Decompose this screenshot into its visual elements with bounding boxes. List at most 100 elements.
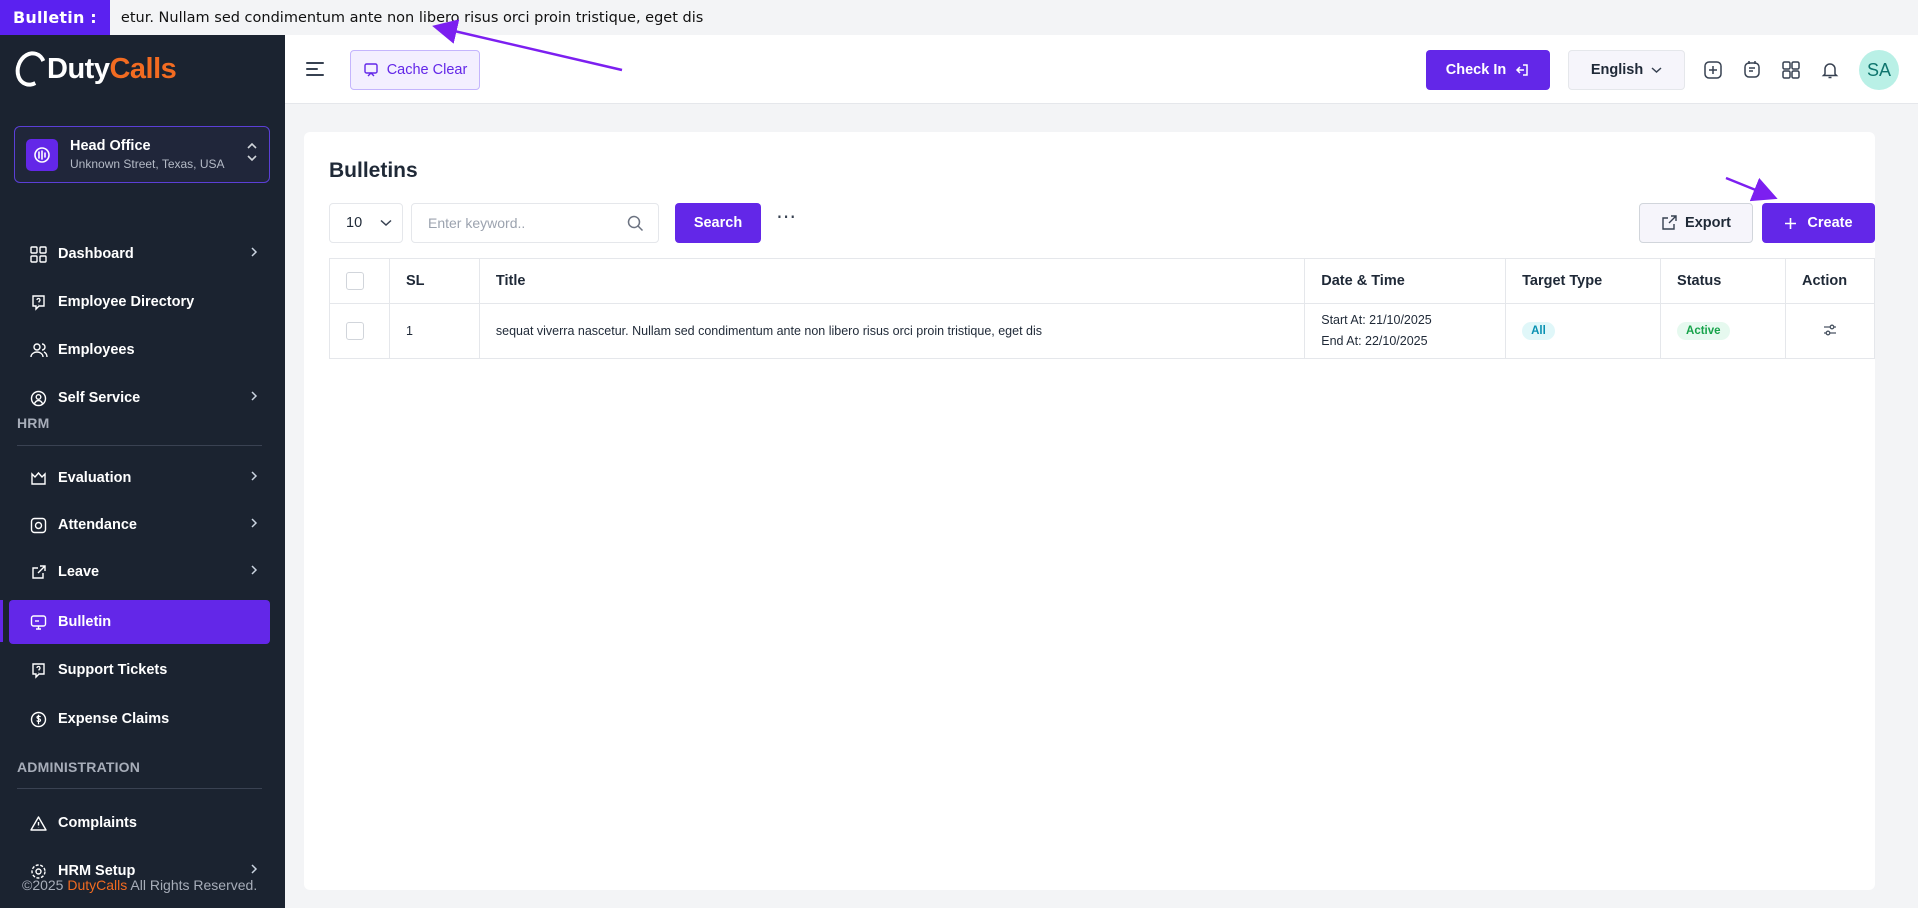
sidebar-item-label: Employees — [58, 342, 135, 358]
footer-copyright: ©2025 DutyCalls All Rights Reserved. — [22, 877, 257, 893]
bulletin-label: Bulletin : — [0, 0, 110, 35]
footer-prefix: ©2025 — [22, 877, 68, 893]
sidebar-item-attendance[interactable]: Attendance — [9, 503, 270, 547]
login-icon — [1516, 64, 1528, 76]
sidebar-item-label: Attendance — [58, 517, 137, 533]
footer-brand: DutyCalls — [67, 877, 128, 893]
section-divider — [17, 788, 262, 789]
user-circle-icon — [29, 389, 48, 408]
table-header-row: SL Title Date & Time Target Type Status … — [329, 258, 1876, 304]
chevron-down-icon — [380, 219, 392, 227]
sidebar-item-label: Leave — [58, 564, 100, 580]
sidebar-item-evaluation[interactable]: Evaluation — [9, 456, 270, 500]
target-icon — [29, 516, 48, 535]
row-action — [1784, 303, 1876, 359]
bulletin-ticker-text: etur. Nullam sed condimentum ante non li… — [120, 9, 704, 26]
per-page-value: 10 — [346, 215, 363, 231]
select-all-header — [329, 258, 390, 304]
chevron-down-icon — [1651, 67, 1662, 74]
notes-icon[interactable] — [1741, 59, 1763, 81]
table-row: 1 sequat viverra nascetur. Nullam sed co… — [329, 303, 1876, 359]
cache-icon — [364, 63, 378, 77]
section-title-administration: ADMINISTRATION — [17, 759, 141, 775]
bulletins-card: Bulletins 10 Search ⋯ Export Create SL T… — [304, 132, 1876, 890]
column-header-action: Action — [1784, 258, 1876, 304]
avatar[interactable]: SA — [1859, 50, 1899, 90]
column-header-target-type[interactable]: Target Type — [1505, 258, 1662, 304]
row-start-date: Start At: 21/10/2025 — [1321, 313, 1432, 327]
chevron-updown-icon — [247, 141, 257, 167]
per-page-select[interactable]: 10 — [329, 203, 403, 243]
apps-grid-icon[interactable] — [1780, 59, 1802, 81]
warning-icon — [29, 814, 48, 833]
create-label: Create — [1807, 215, 1853, 231]
chevron-right-icon — [250, 390, 258, 406]
column-header-title[interactable]: Title — [478, 258, 1306, 304]
add-square-icon[interactable] — [1702, 59, 1724, 81]
chevron-right-icon — [250, 564, 258, 580]
sidebar-item-bulletin[interactable]: Bulletin — [9, 600, 270, 644]
language-select[interactable]: English — [1568, 50, 1685, 90]
grid-icon — [29, 245, 48, 264]
row-target-type: All — [1505, 303, 1662, 359]
footer-suffix: All Rights Reserved. — [127, 877, 258, 893]
logo-mark-icon — [10, 46, 52, 92]
section-title-hrm: HRM — [17, 415, 50, 431]
sidebar-item-label: Bulletin — [58, 614, 112, 630]
sidebar-item-leave[interactable]: Leave — [9, 550, 270, 594]
chevron-right-icon — [250, 246, 258, 262]
plus-icon — [1785, 217, 1797, 229]
dollar-icon — [29, 710, 48, 729]
sidebar-item-label: Employee Directory — [58, 294, 195, 310]
sidebar-item-complaints[interactable]: Complaints — [9, 801, 270, 845]
cache-clear-button[interactable]: Cache Clear — [350, 50, 480, 90]
logo-text-duty: Duty — [47, 52, 110, 85]
monitor-icon — [29, 613, 48, 632]
sidebar-item-label: Evaluation — [58, 470, 132, 486]
column-header-date-time[interactable]: Date & Time — [1304, 258, 1507, 304]
check-in-label: Check In — [1445, 62, 1507, 78]
crown-icon — [29, 469, 48, 488]
chevron-right-icon — [250, 517, 258, 533]
logo-text-calls: Calls — [109, 52, 177, 85]
sidebar-item-dashboard[interactable]: Dashboard — [9, 232, 270, 276]
row-end-date: End At: 22/10/2025 — [1321, 334, 1428, 348]
branch-selector[interactable]: Head Office Unknown Street, Texas, USA — [14, 126, 270, 183]
sidebar-item-label: Support Tickets — [58, 662, 168, 678]
export-label: Export — [1685, 215, 1731, 231]
logo[interactable]: Duty Calls — [10, 46, 177, 92]
sidebar-item-employee-directory[interactable]: Employee Directory — [9, 280, 270, 324]
action-settings-icon[interactable] — [1822, 324, 1838, 341]
row-status: Active — [1660, 303, 1786, 359]
sidebar-item-self-service[interactable]: Self Service — [9, 376, 270, 420]
search-icon — [627, 215, 644, 237]
bulletin-ticker: Bulletin : etur. Nullam sed condimentum … — [0, 0, 1918, 35]
search-input[interactable] — [411, 203, 659, 243]
top-bar: Cache Clear Check In English SA — [285, 35, 1918, 104]
sidebar-item-support-tickets[interactable]: Support Tickets — [9, 648, 270, 692]
search-button[interactable]: Search — [675, 203, 761, 243]
sidebar-item-expense-claims[interactable]: Expense Claims — [9, 697, 270, 741]
bell-icon[interactable] — [1819, 59, 1841, 81]
column-header-sl[interactable]: SL — [388, 258, 480, 304]
section-divider — [17, 445, 262, 446]
select-all-checkbox[interactable] — [346, 272, 364, 290]
column-header-status[interactable]: Status — [1660, 258, 1786, 304]
target-type-badge: All — [1522, 322, 1555, 340]
sidebar-item-label: Expense Claims — [58, 711, 170, 727]
sidebar-item-label: Dashboard — [58, 246, 134, 262]
check-in-button[interactable]: Check In — [1426, 50, 1550, 90]
create-button[interactable]: Create — [1762, 203, 1875, 243]
active-indicator — [0, 600, 3, 642]
ticket-icon — [29, 661, 48, 680]
menu-toggle-icon[interactable] — [306, 62, 324, 80]
more-options-icon[interactable]: ⋯ — [776, 207, 800, 230]
row-date-time: Start At: 21/10/2025 End At: 22/10/2025 — [1304, 303, 1507, 359]
status-badge: Active — [1677, 322, 1730, 340]
sidebar-item-employees[interactable]: Employees — [9, 328, 270, 372]
sidebar-item-label: Complaints — [58, 815, 137, 831]
branch-icon — [26, 138, 58, 171]
export-button[interactable]: Export — [1639, 203, 1753, 243]
row-checkbox[interactable] — [346, 322, 364, 340]
export-icon — [1662, 215, 1677, 230]
